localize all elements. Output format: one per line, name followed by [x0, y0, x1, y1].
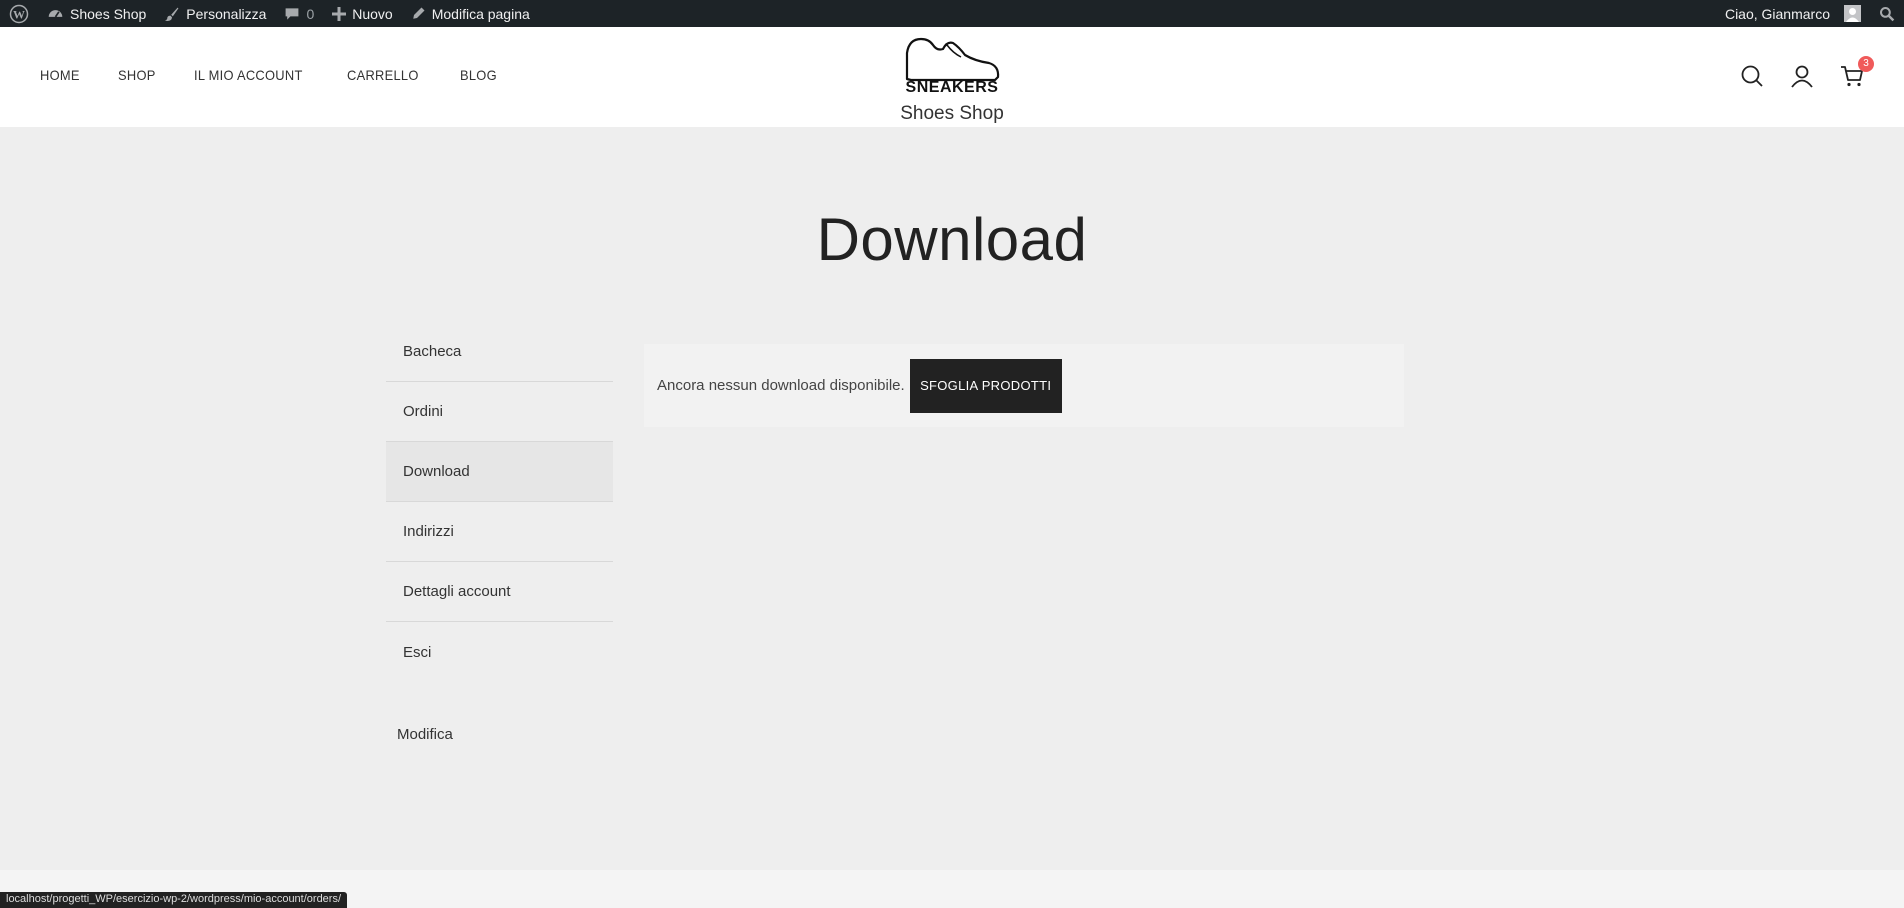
edit-link[interactable]: Modifica [397, 726, 453, 743]
search-icon [1741, 65, 1763, 87]
nav-blog[interactable]: BLOG [460, 67, 497, 83]
account-nav-logout[interactable]: Esci [386, 622, 613, 682]
browse-products-button[interactable]: SFOGLIA PRODOTTI [909, 358, 1062, 413]
site-name-link[interactable]: Shoes Shop [38, 0, 155, 27]
site-title[interactable]: Shoes Shop [850, 103, 1054, 125]
account-nav-downloads[interactable]: Download [386, 442, 613, 502]
downloads-notice: Ancora nessun download disponibile. SFOG… [644, 344, 1404, 427]
customize-link[interactable]: Personalizza [155, 0, 275, 27]
account-nav-account-details[interactable]: Dettagli account [386, 562, 613, 622]
account-nav-addresses[interactable]: Indirizzi [386, 502, 613, 562]
edit-page-label: Modifica pagina [431, 5, 530, 22]
new-label: Nuovo [352, 5, 393, 22]
greeting-label: Ciao, Gianmarco [1724, 5, 1830, 22]
header-account-button[interactable] [1790, 64, 1814, 88]
edit-page-link[interactable]: Modifica pagina [402, 0, 539, 27]
nav-shop[interactable]: SHOP [118, 67, 156, 83]
site-header: HOME SHOP IL MIO ACCOUNT CARRELLO BLOG S… [0, 27, 1904, 127]
avatar [1844, 5, 1861, 22]
wordpress-logo-icon[interactable]: W [0, 0, 38, 27]
nav-cart[interactable]: CARRELLO [347, 67, 419, 83]
admin-search-button[interactable] [1870, 0, 1904, 27]
my-account-link[interactable]: Ciao, Gianmarco [1716, 0, 1870, 27]
cart-count-badge: 3 [1858, 56, 1874, 72]
sneaker-icon [905, 37, 1000, 82]
user-icon [1791, 65, 1813, 88]
account-nav-dashboard[interactable]: Bacheca [386, 322, 613, 382]
comments-link[interactable]: 0 [275, 0, 323, 27]
search-icon [1880, 6, 1895, 21]
header-icons: 3 [1740, 56, 1874, 88]
admin-bar: W Shoes Shop Personalizza 0 Nuovo Modifi… [0, 0, 1904, 27]
account-navigation: Bacheca Ordini Download Indirizzi Dettag… [386, 322, 613, 682]
site-name-label: Shoes Shop [70, 5, 147, 22]
customize-label: Personalizza [186, 5, 267, 22]
page-title: Download [816, 206, 1088, 273]
header-search-button[interactable] [1740, 64, 1764, 88]
dashboard-icon [48, 10, 63, 18]
comment-icon [286, 7, 299, 20]
nav-my-account[interactable]: IL MIO ACCOUNT [194, 67, 303, 83]
comments-count: 0 [306, 5, 315, 22]
header-cart-button[interactable]: 3 [1840, 56, 1874, 88]
nav-home[interactable]: HOME [40, 67, 80, 83]
main-nav: HOME SHOP IL MIO ACCOUNT CARRELLO BLOG [40, 67, 500, 83]
brush-icon [165, 7, 179, 21]
account-nav-orders[interactable]: Ordini [386, 382, 613, 442]
status-bar-url: localhost/progetti_WP/esercizio-wp-2/wor… [0, 892, 348, 908]
plus-icon [332, 6, 347, 21]
notice-message: Ancora nessun download disponibile. [657, 377, 905, 394]
svg-text:W: W [13, 7, 25, 21]
pencil-icon [412, 7, 425, 19]
new-content-link[interactable]: Nuovo [323, 0, 401, 27]
logo-text: SNEAKERS [905, 79, 999, 96]
